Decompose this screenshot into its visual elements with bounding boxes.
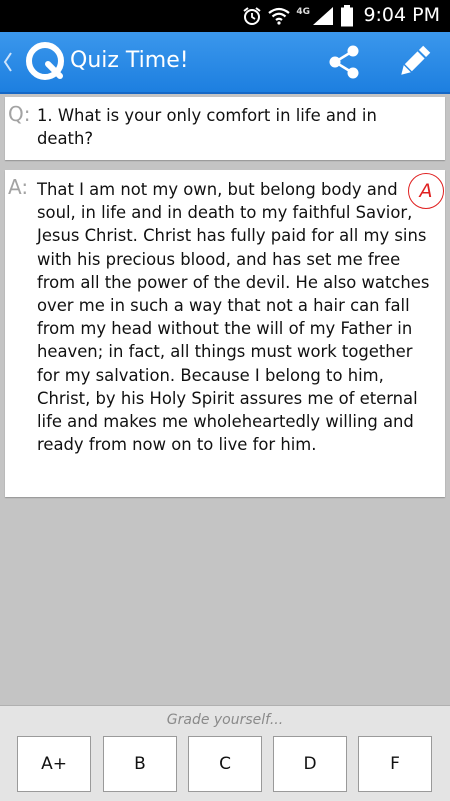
network-type-label: 4G	[296, 7, 310, 17]
grade-button-b[interactable]: B	[103, 736, 177, 792]
wifi-icon	[268, 7, 291, 25]
status-bar: 4G 9:04 PM	[0, 0, 450, 32]
grade-footer: Grade yourself... A+ B C D F	[0, 705, 450, 801]
question-text: 1. What is your only comfort in life and…	[37, 106, 377, 149]
edit-button[interactable]	[394, 42, 434, 82]
signal-icon	[313, 7, 333, 25]
question-card: Q: 1. What is your only comfort in life …	[5, 97, 445, 160]
pencil-icon	[401, 45, 431, 75]
grade-button-a-plus[interactable]: A+	[17, 736, 91, 792]
grade-button-c[interactable]: C	[188, 736, 262, 792]
question-marker: Q:	[8, 102, 31, 126]
status-icons: 4G	[242, 5, 354, 27]
grade-button-f[interactable]: F	[358, 736, 432, 792]
share-button[interactable]	[324, 44, 364, 80]
grade-button-d[interactable]: D	[273, 736, 347, 792]
app-title: Quiz Time!	[70, 48, 189, 73]
alarm-icon	[243, 7, 261, 25]
status-time: 9:04 PM	[363, 4, 440, 26]
app-logo-icon[interactable]	[26, 42, 64, 80]
answer-text: That I am not my own, but belong body an…	[37, 180, 430, 455]
grade-prompt: Grade yourself...	[166, 712, 284, 728]
answer-card: A: That I am not my own, but belong body…	[5, 170, 445, 497]
action-bar: Quiz Time!	[0, 32, 450, 94]
share-icon	[329, 45, 359, 79]
grade-stamp: A	[408, 173, 444, 209]
back-chevron-icon[interactable]	[3, 50, 13, 74]
battery-icon	[341, 5, 353, 27]
answer-marker: A:	[8, 175, 29, 199]
